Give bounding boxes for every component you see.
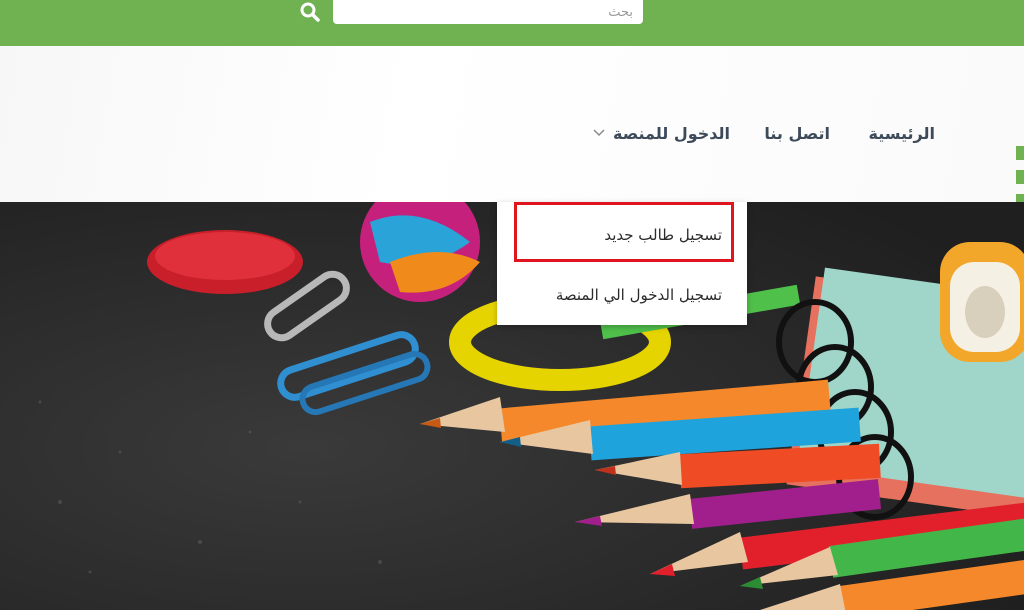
search-input[interactable] — [333, 0, 643, 24]
search-box — [333, 0, 643, 24]
search-button[interactable] — [296, 0, 324, 24]
platform-dropdown-menu: تسجيل طالب جديد تسجيل الدخول الي المنصة — [497, 202, 747, 325]
nav-platform-label: الدخول للمنصة — [612, 123, 730, 143]
nav-platform-login[interactable]: الدخول للمنصة — [593, 120, 730, 146]
nav-home[interactable]: الرئيسية — [869, 120, 936, 146]
nav-contact[interactable]: اتصل بنا — [764, 120, 830, 146]
search-icon — [300, 2, 320, 22]
menu-item-register-new-student[interactable]: تسجيل طالب جديد — [604, 226, 722, 244]
menu-item-login-platform[interactable]: تسجيل الدخول الي المنصة — [556, 286, 722, 304]
chevron-down-icon — [593, 129, 605, 137]
top-bar — [0, 0, 1024, 46]
